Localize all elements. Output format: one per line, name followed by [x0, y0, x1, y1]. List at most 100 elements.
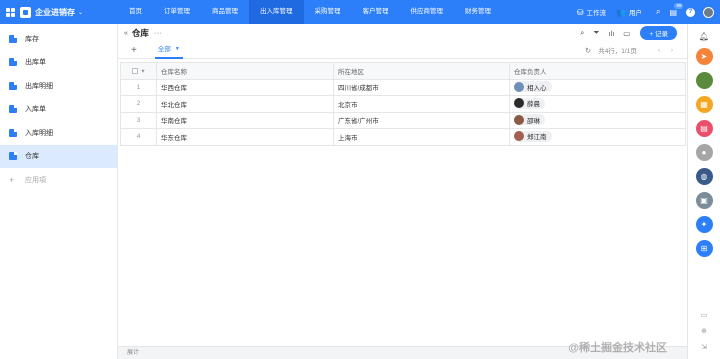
column-header-owner[interactable]: 仓库负责人: [509, 62, 686, 80]
warehouse-name-cell[interactable]: 华东仓库: [156, 128, 334, 146]
table-row[interactable]: 1 华西仓库 四川省/成都市 相入心: [120, 78, 686, 96]
refresh-icon[interactable]: ↻: [585, 46, 591, 55]
warehouse-name-cell[interactable]: 华北仓库: [156, 95, 334, 113]
sheet-icon: [9, 152, 17, 161]
comment-icon[interactable]: ▭: [623, 29, 630, 38]
org-chart-icon[interactable]: ⊞: [695, 240, 713, 257]
sidebar-item-outbound[interactable]: 出库单: [0, 51, 117, 75]
nav-home[interactable]: 首页: [118, 0, 153, 24]
sidebar-add-item[interactable]: + 应用項: [0, 168, 117, 192]
sidebar-add-label: 应用項: [25, 176, 46, 184]
warehouse-name-cell[interactable]: 华西仓库: [156, 78, 334, 96]
sidebar-item-label: 库存: [25, 35, 39, 43]
owner-tag: 郑江南: [514, 130, 552, 142]
workflow-button[interactable]: ⛁ 工作流: [576, 7, 606, 18]
sidebar-item-inbound-detail[interactable]: 入库明细: [0, 121, 117, 145]
star-icon[interactable]: ✦: [695, 216, 713, 233]
row-number: 2: [120, 95, 157, 113]
tab-all[interactable]: 全部 ▼: [154, 41, 183, 59]
add-record-button[interactable]: + 记录: [640, 26, 677, 40]
sidebar-item-label: 入库明细: [25, 129, 53, 137]
owner-cell[interactable]: 薛晨: [509, 95, 686, 113]
help-icon[interactable]: ?: [686, 7, 695, 17]
sidebar-item-label: 仓库: [25, 153, 39, 161]
users-label: 用户: [628, 10, 642, 17]
owner-tag: 邵琳: [514, 114, 545, 125]
warehouse-name-cell[interactable]: 华南仓库: [156, 111, 334, 129]
notification-icon[interactable]: ▤ 99: [669, 2, 684, 17]
briefcase-icon[interactable]: ▣: [695, 192, 713, 209]
footer-label: 展计: [127, 350, 140, 356]
sheet-icon: [9, 128, 17, 137]
group-icon[interactable]: ●: [695, 144, 713, 161]
nav-purchase[interactable]: 采购管理: [304, 0, 352, 24]
chevron-down-icon[interactable]: ⌄: [78, 9, 83, 16]
nav-products[interactable]: 商品管理: [201, 0, 249, 24]
document-icon[interactable]: ▭: [701, 311, 708, 319]
apps-grid-icon[interactable]: [6, 7, 15, 17]
select-all-checkbox[interactable]: [132, 68, 139, 75]
chevron-down-icon[interactable]: ▼: [175, 41, 180, 58]
search-icon[interactable]: ⌕: [580, 28, 584, 38]
watermark: @稀土掘金技术社区: [568, 342, 667, 354]
owner-cell[interactable]: 相入心: [509, 78, 686, 96]
sheet-icon: [9, 34, 17, 43]
expand-icon[interactable]: ⇲: [701, 343, 707, 351]
view-tools: ⌕ ⏷ ılı ▭ + 记录: [571, 26, 687, 40]
right-dock: 🔔︎ ➤ ▦ ▤ ● ◍ ▣ ✦ ⊞ ▭ ⊕ ⇲: [687, 24, 720, 359]
select-all-cell[interactable]: ▾: [120, 62, 157, 80]
app-logo-icon: [20, 6, 31, 18]
nav-suppliers[interactable]: 供应商管理: [400, 0, 455, 24]
table-header-row: ▾ 仓库名称 所在地区 仓库负责人: [120, 62, 686, 80]
records-table: ▾ 仓库名称 所在地区 仓库负责人 1 华西仓库 四川省/成都市 相入心 2 华…: [120, 62, 686, 146]
more-icon[interactable]: ···: [154, 30, 163, 37]
apps-icon[interactable]: ▦: [695, 96, 713, 113]
add-icon[interactable]: ⊕: [701, 327, 707, 335]
globe-icon[interactable]: ◍: [695, 168, 713, 185]
filter-icon[interactable]: ⏷: [593, 28, 599, 38]
workflow-icon: ⛁: [576, 7, 584, 17]
region-cell[interactable]: 上海市: [333, 128, 510, 146]
navigate-icon[interactable]: ➤: [695, 48, 713, 65]
prev-page-icon[interactable]: ‹: [658, 47, 660, 54]
sidebar-item-warehouse[interactable]: 仓库: [0, 144, 117, 168]
search-icon[interactable]: ⌕: [656, 7, 660, 17]
sidebar-item-label: 出库单: [25, 59, 46, 67]
sidebar-item-outbound-detail[interactable]: 出库明细: [0, 74, 117, 98]
region-cell[interactable]: 北京市: [333, 95, 510, 113]
sidebar-item-inventory[interactable]: 库存: [0, 27, 117, 51]
calendar-icon[interactable]: ▤: [695, 120, 713, 137]
stats-icon[interactable]: ılı: [608, 29, 614, 38]
bell-icon[interactable]: 🔔︎: [699, 32, 709, 41]
user-avatar[interactable]: [703, 6, 714, 18]
app-switcher[interactable]: 企业进销存 ⌄: [0, 0, 118, 24]
column-header-region[interactable]: 所在地区: [333, 62, 510, 80]
table-row[interactable]: 3 华南仓库 广东省/广州市 邵琳: [120, 111, 686, 129]
sidebar-item-inbound[interactable]: 入库单: [0, 98, 117, 122]
users-button[interactable]: 👥 用户: [615, 7, 642, 18]
add-view-icon[interactable]: +: [131, 45, 137, 56]
region-cell[interactable]: 四川省/成都市: [333, 78, 510, 96]
table-row[interactable]: 4 华东仓库 上海市 郑江南: [120, 128, 686, 146]
nav-customers[interactable]: 客户管理: [352, 0, 400, 24]
next-page-icon[interactable]: ›: [671, 47, 673, 54]
sheet-icon: [9, 81, 17, 90]
owner-name: 薛晨: [527, 101, 540, 108]
owner-cell[interactable]: 郑江南: [509, 128, 686, 146]
nav-orders[interactable]: 订单管理: [153, 0, 201, 24]
workflow-label: 工作流: [586, 10, 606, 17]
nav-stock-io[interactable]: 出入库管理: [249, 0, 304, 24]
owner-name: 相入心: [527, 84, 547, 92]
sidebar-item-label: 入库单: [25, 106, 46, 114]
nav-finance[interactable]: 财务管理: [454, 0, 502, 24]
app-avatar[interactable]: [695, 72, 713, 89]
table-row[interactable]: 2 华北仓库 北京市 薛晨: [120, 95, 686, 113]
users-icon: 👥: [615, 7, 626, 17]
collapse-sidebar-icon[interactable]: «: [124, 30, 128, 37]
column-header-name[interactable]: 仓库名称: [156, 62, 334, 80]
region-cell[interactable]: 广东省/广州市: [333, 111, 510, 129]
main-nav: 首页 订单管理 商品管理 出入库管理 采购管理 客户管理 供应商管理 财务管理: [118, 0, 502, 24]
owner-cell[interactable]: 邵琳: [509, 111, 686, 129]
avatar: [514, 81, 524, 92]
top-bar: 企业进销存 ⌄ 首页 订单管理 商品管理 出入库管理 采购管理 客户管理 供应商…: [0, 0, 720, 24]
